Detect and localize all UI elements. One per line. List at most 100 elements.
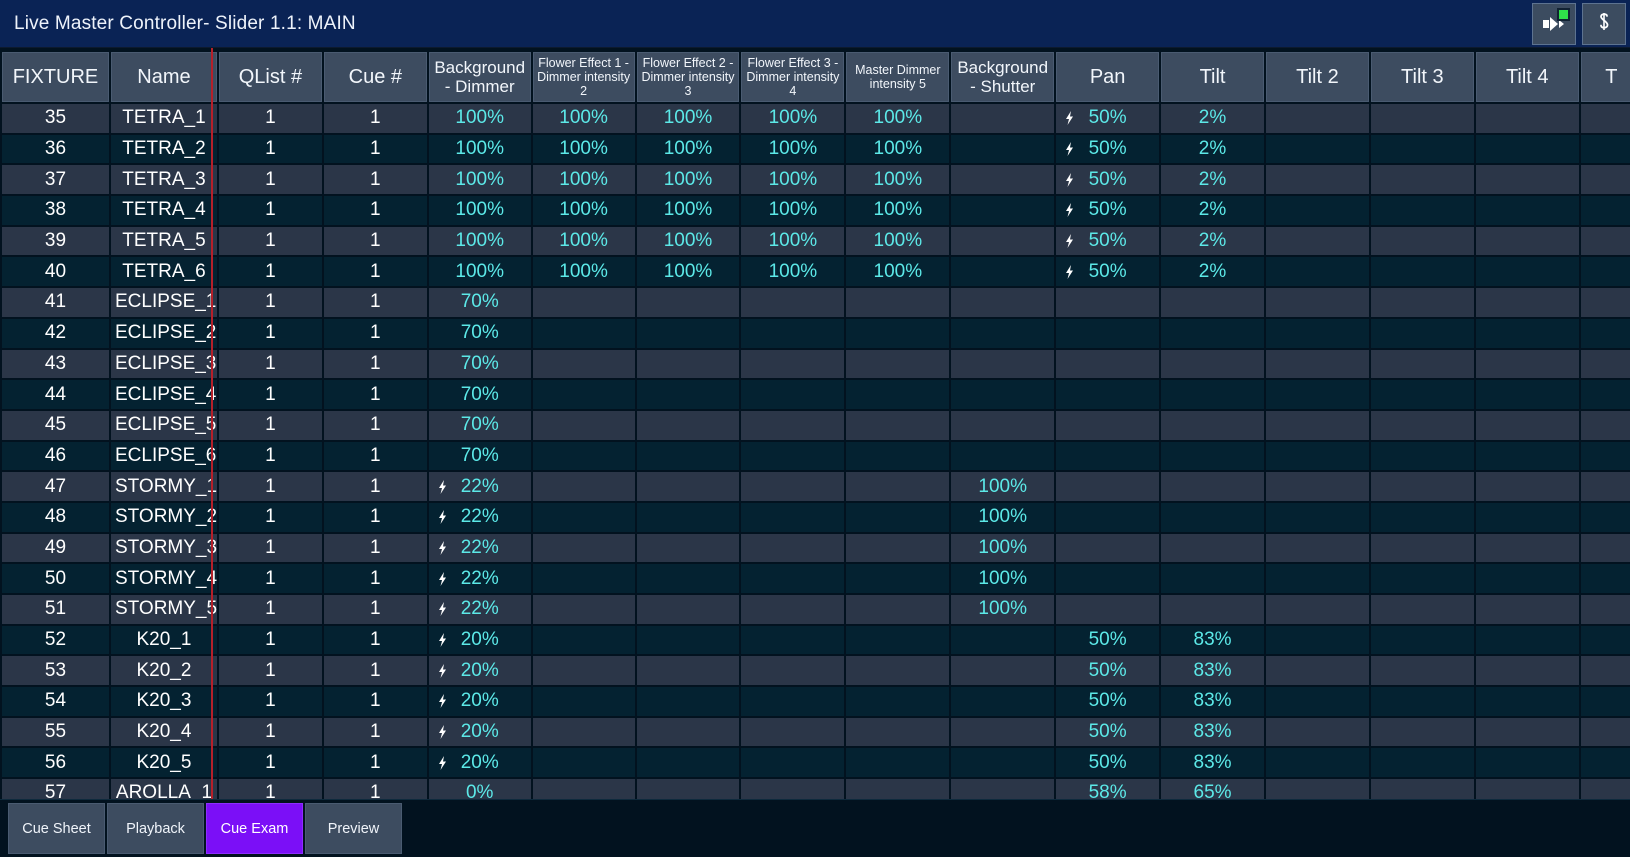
cell-fixture[interactable]: 42 [2, 318, 109, 348]
cell-pan[interactable]: 58% [1056, 779, 1160, 799]
cell-master[interactable] [846, 410, 950, 440]
cell-cue[interactable]: 1 [323, 410, 427, 440]
cell-fixture[interactable]: 40 [2, 257, 109, 287]
cell-tilt4[interactable] [1475, 380, 1579, 409]
cell-master[interactable]: 100% [846, 226, 950, 256]
cell-fe1[interactable]: 100% [532, 104, 635, 133]
cell-tilt2[interactable] [1265, 134, 1369, 164]
cell-tilt3[interactable] [1370, 502, 1474, 532]
cell-t[interactable] [1580, 165, 1630, 195]
table-row[interactable]: 51 STORMY_5 1 1 22% 100% [2, 595, 1630, 624]
cell-tilt2[interactable] [1265, 748, 1369, 778]
cell-pan[interactable]: 50% [1056, 748, 1160, 778]
cell-cue[interactable]: 1 [323, 502, 427, 532]
cell-cue[interactable]: 1 [323, 779, 427, 799]
cell-fe3[interactable]: 100% [741, 226, 845, 256]
cell-fe1[interactable] [532, 318, 635, 348]
cell-bg-dimmer[interactable]: 70% [428, 318, 531, 348]
cell-master[interactable] [846, 625, 950, 655]
cell-bg-dimmer[interactable]: 100% [428, 165, 531, 195]
cell-pan[interactable] [1056, 318, 1160, 348]
cell-tilt4[interactable] [1475, 564, 1579, 593]
cell-fe1[interactable] [532, 687, 635, 716]
cell-fixture[interactable]: 53 [2, 656, 109, 686]
cell-tilt4[interactable] [1475, 349, 1579, 379]
cell-qlist[interactable]: 1 [218, 165, 322, 195]
cell-tilt[interactable] [1161, 410, 1264, 440]
cell-master[interactable] [846, 748, 950, 778]
column-header-background-dimmer[interactable]: Background - Dimmer [428, 52, 531, 102]
cell-tilt[interactable]: 2% [1161, 257, 1264, 287]
column-header-flower-effect-3-dimmer-intensity-4[interactable]: Flower Effect 3 - Dimmer intensity 4 [741, 52, 845, 102]
cell-tilt4[interactable] [1475, 257, 1579, 287]
cell-tilt[interactable]: 2% [1161, 196, 1264, 225]
table-row[interactable]: 43 ECLIPSE_3 1 1 70% [2, 349, 1630, 379]
table-row[interactable]: 55 K20_4 1 1 20% 50% 83% [2, 717, 1630, 747]
cell-bg-shutter[interactable] [951, 380, 1055, 409]
cell-name[interactable]: STORMY_3 [110, 533, 217, 563]
cell-bg-dimmer[interactable]: 20% [428, 748, 531, 778]
cell-cue[interactable]: 1 [323, 380, 427, 409]
cell-fe1[interactable] [532, 349, 635, 379]
cell-fe1[interactable] [532, 472, 635, 501]
cell-master[interactable] [846, 502, 950, 532]
cell-master[interactable] [846, 564, 950, 593]
cell-fe1[interactable] [532, 625, 635, 655]
cell-bg-shutter[interactable]: 100% [951, 502, 1055, 532]
table-row[interactable]: 42 ECLIPSE_2 1 1 70% [2, 318, 1630, 348]
cell-name[interactable]: AROLLA_1 [110, 779, 217, 799]
cell-master[interactable] [846, 717, 950, 747]
cell-cue[interactable]: 1 [323, 134, 427, 164]
cell-fixture[interactable]: 37 [2, 165, 109, 195]
cell-tilt3[interactable] [1370, 441, 1474, 471]
cell-fe3[interactable] [741, 380, 845, 409]
cell-cue[interactable]: 1 [323, 288, 427, 317]
cell-bg-shutter[interactable] [951, 687, 1055, 716]
cell-name[interactable]: ECLIPSE_4 [110, 380, 217, 409]
cell-tilt4[interactable] [1475, 104, 1579, 133]
table-row[interactable]: 52 K20_1 1 1 20% 50% 83% [2, 625, 1630, 655]
cell-tilt[interactable]: 2% [1161, 134, 1264, 164]
cell-name[interactable]: STORMY_4 [110, 564, 217, 593]
cell-bg-dimmer[interactable]: 20% [428, 687, 531, 716]
tab-playback[interactable]: Playback [107, 803, 204, 854]
cell-bg-dimmer[interactable]: 22% [428, 472, 531, 501]
cell-name[interactable]: TETRA_4 [110, 196, 217, 225]
column-header-pan[interactable]: Pan [1056, 52, 1160, 102]
column-header-tilt[interactable]: Tilt [1161, 52, 1264, 102]
cell-fe3[interactable] [741, 441, 845, 471]
table-row[interactable]: 45 ECLIPSE_5 1 1 70% [2, 410, 1630, 440]
table-row[interactable]: 36 TETRA_2 1 1 100% 100% 100% 100% 100% 50% 2% [2, 134, 1630, 164]
cue-exam-table-container[interactable]: FIXTURE Name QList # Cue # Background - Dimm… [0, 48, 1630, 799]
cell-fe3[interactable]: 100% [741, 134, 845, 164]
cell-master[interactable] [846, 349, 950, 379]
cell-bg-shutter[interactable] [951, 226, 1055, 256]
cell-bg-dimmer[interactable]: 100% [428, 257, 531, 287]
cell-t[interactable] [1580, 687, 1630, 716]
cell-pan[interactable]: 50% [1056, 104, 1160, 133]
cell-name[interactable]: K20_3 [110, 687, 217, 716]
cell-t[interactable] [1580, 257, 1630, 287]
cell-fe2[interactable]: 100% [636, 165, 740, 195]
cell-cue[interactable]: 1 [323, 165, 427, 195]
cell-tilt2[interactable] [1265, 533, 1369, 563]
cell-name[interactable]: ECLIPSE_2 [110, 318, 217, 348]
cell-name[interactable]: ECLIPSE_3 [110, 349, 217, 379]
cell-qlist[interactable]: 1 [218, 410, 322, 440]
cell-pan[interactable]: 50% [1056, 257, 1160, 287]
cell-bg-dimmer[interactable]: 70% [428, 410, 531, 440]
cell-name[interactable]: TETRA_5 [110, 226, 217, 256]
cell-fe2[interactable] [636, 533, 740, 563]
cell-bg-shutter[interactable] [951, 104, 1055, 133]
cell-bg-shutter[interactable] [951, 257, 1055, 287]
link-button[interactable] [1582, 3, 1626, 45]
cell-tilt3[interactable] [1370, 226, 1474, 256]
cell-fe3[interactable]: 100% [741, 196, 845, 225]
cell-fe2[interactable]: 100% [636, 257, 740, 287]
cell-bg-dimmer[interactable]: 22% [428, 502, 531, 532]
cell-bg-dimmer[interactable]: 22% [428, 533, 531, 563]
cell-tilt4[interactable] [1475, 502, 1579, 532]
cell-bg-dimmer[interactable]: 0% [428, 779, 531, 799]
cell-fe3[interactable] [741, 656, 845, 686]
cell-name[interactable]: STORMY_1 [110, 472, 217, 501]
